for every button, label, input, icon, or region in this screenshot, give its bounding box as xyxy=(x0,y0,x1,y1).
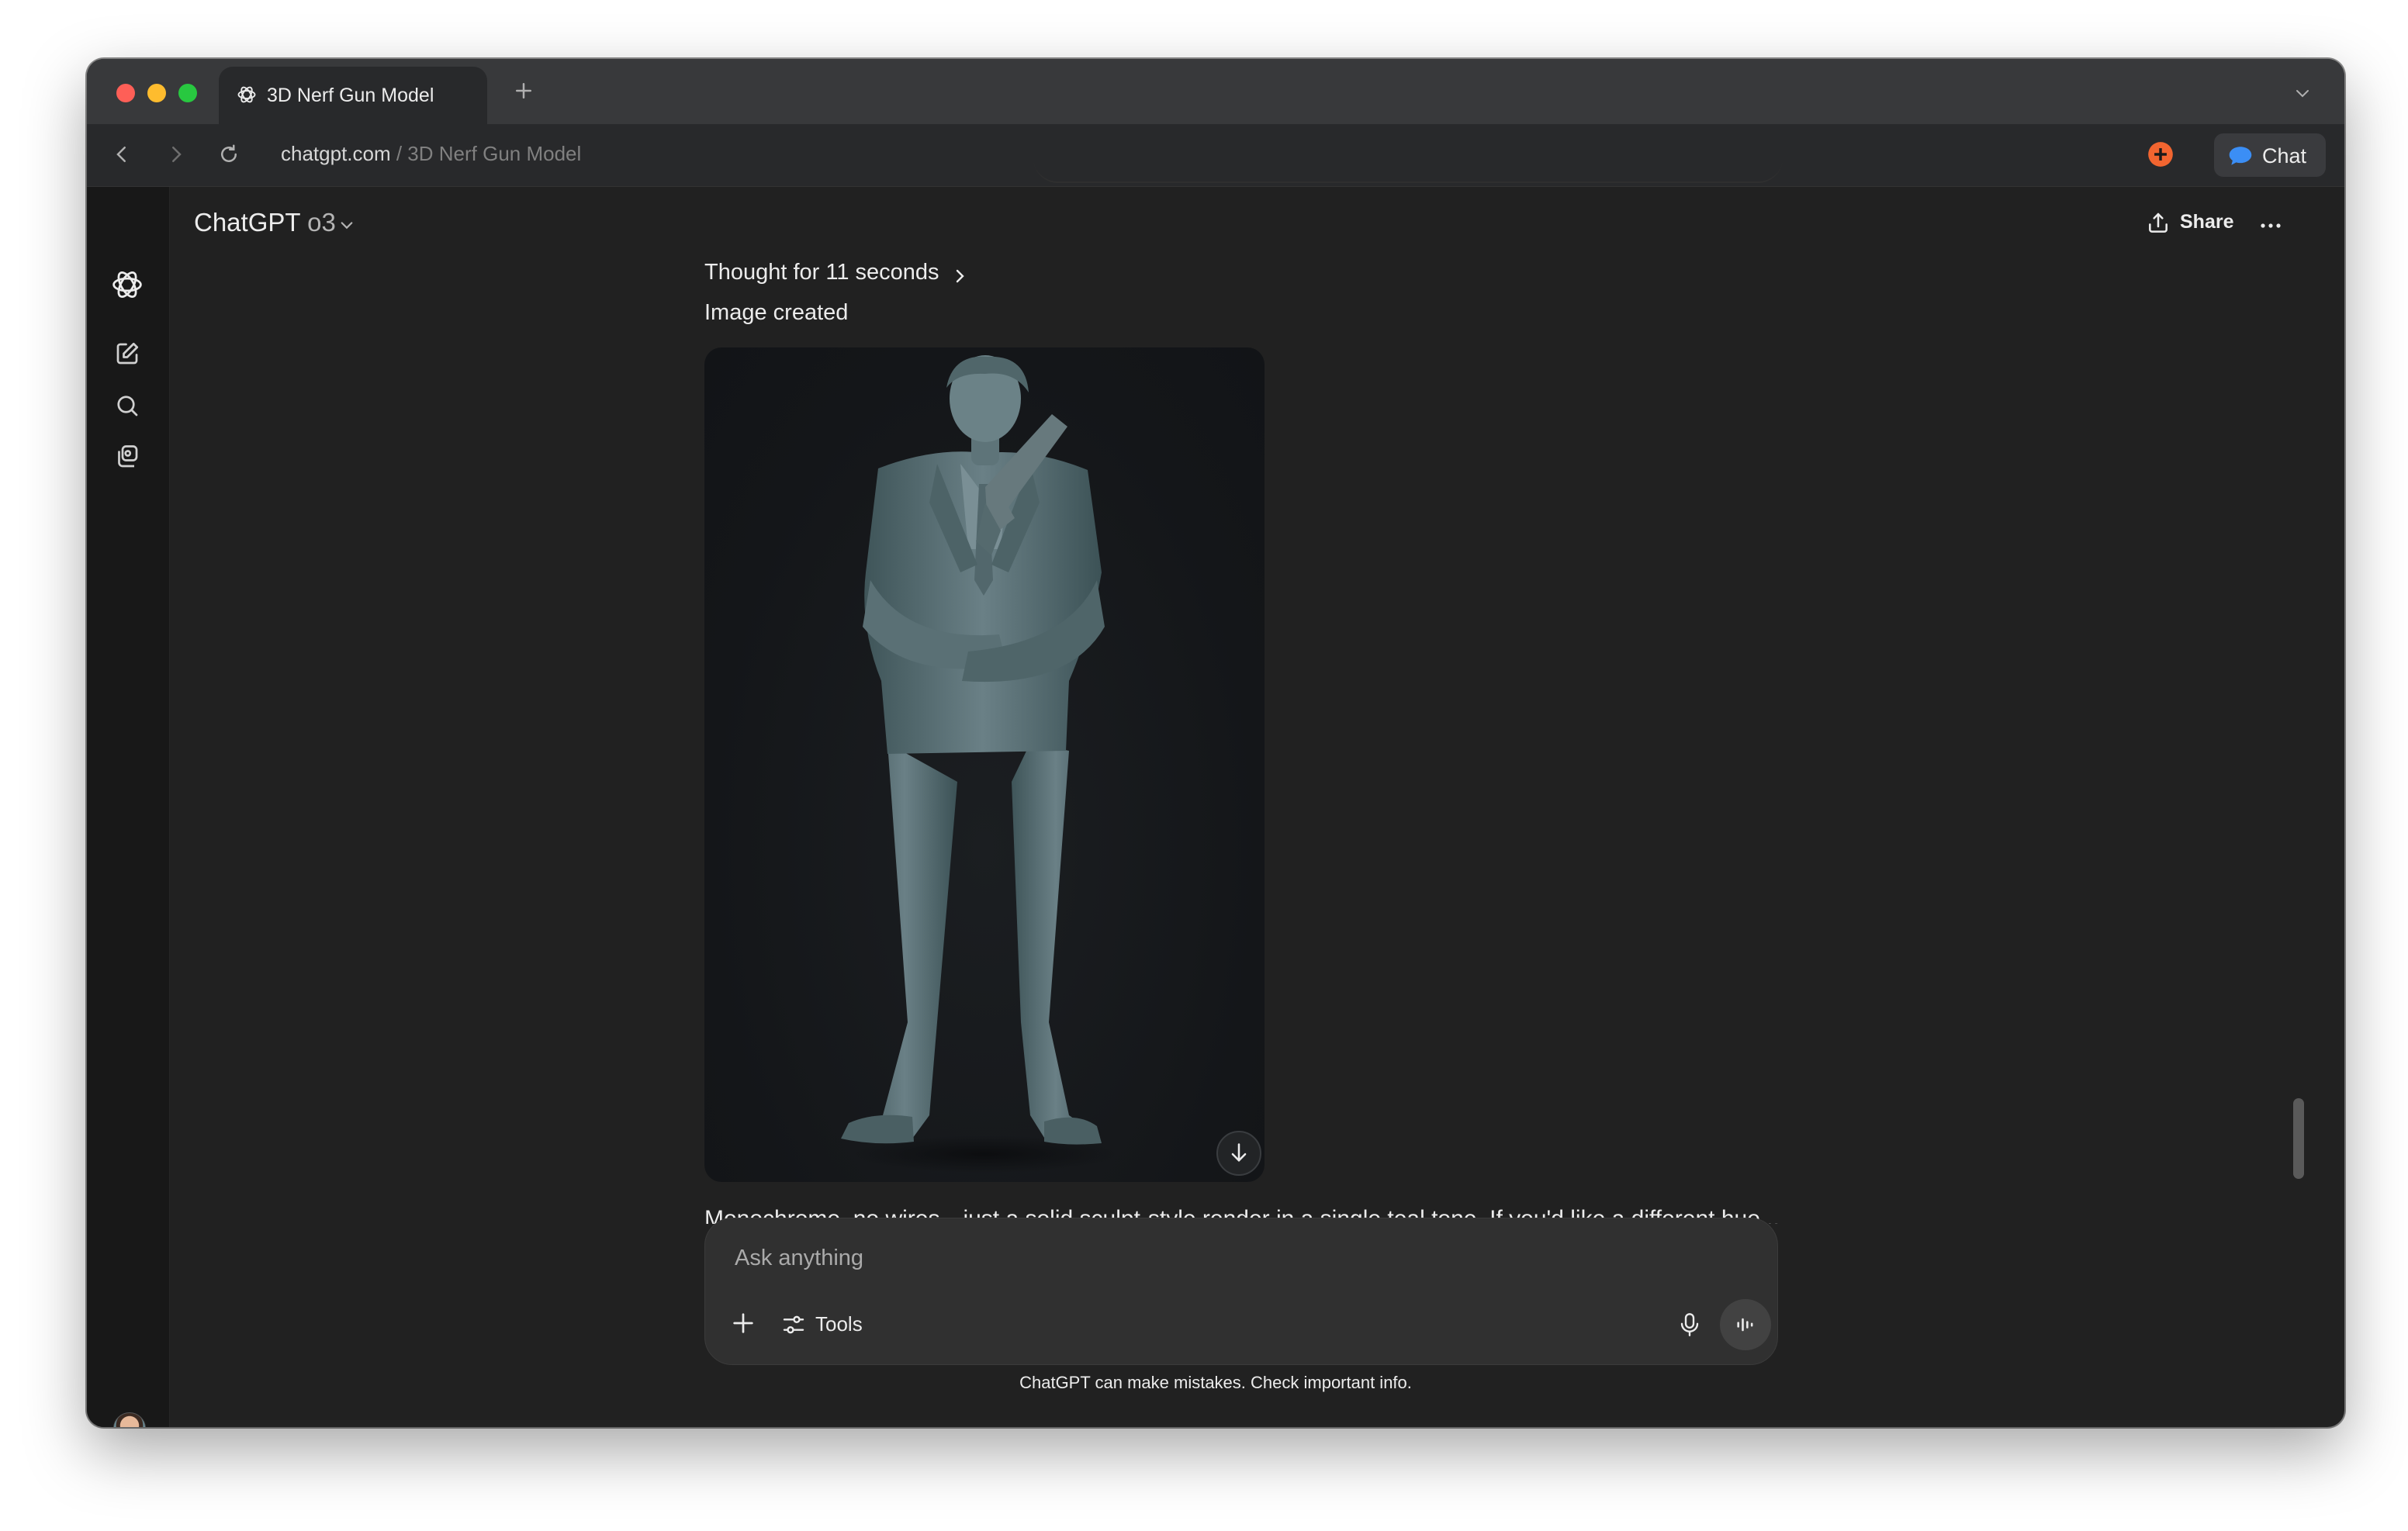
chat-button-label: Chat xyxy=(2262,144,2307,168)
disclaimer-text: ChatGPT can make mistakes. Check importa… xyxy=(1019,1373,1412,1392)
thought-summary[interactable]: Thought for 11 seconds xyxy=(704,260,939,285)
prompt-input[interactable] xyxy=(733,1242,1667,1274)
tab-active[interactable]: 3D Nerf Gun Model xyxy=(219,67,487,124)
voice-mode-button[interactable] xyxy=(1720,1299,1771,1350)
minimize-window-button[interactable] xyxy=(147,84,166,102)
share-label: Share xyxy=(2180,211,2234,233)
user-avatar[interactable] xyxy=(113,1412,146,1427)
chevron-down-icon[interactable] xyxy=(338,219,355,233)
model-name: ChatGPT xyxy=(194,208,300,237)
composer: Tools xyxy=(704,1218,1778,1365)
scrollbar-thumb[interactable] xyxy=(2293,1098,2304,1179)
browser-window: 3D Nerf Gun Model chatgpt.com / 3D Nerf xyxy=(87,59,2344,1427)
image-status: Image created xyxy=(704,300,849,325)
attach-plus-icon[interactable] xyxy=(730,1310,756,1336)
download-icon xyxy=(1231,1143,1247,1162)
model-version: o3 xyxy=(307,208,336,237)
chevron-right-icon[interactable] xyxy=(953,267,968,285)
new-chat-icon[interactable] xyxy=(113,340,141,368)
generated-image[interactable] xyxy=(704,347,1265,1182)
chat-bubble-icon xyxy=(2229,147,2252,165)
openai-logo-icon[interactable] xyxy=(110,268,144,302)
new-tab-icon[interactable] xyxy=(512,79,535,102)
tab-title: 3D Nerf Gun Model xyxy=(267,85,434,106)
model-selector[interactable]: ChatGPT o3 xyxy=(194,208,336,237)
download-button[interactable] xyxy=(1216,1131,1261,1176)
close-window-button[interactable] xyxy=(116,84,135,102)
more-options-icon[interactable] xyxy=(2259,222,2282,230)
address-bar[interactable]: chatgpt.com / 3D Nerf Gun Model xyxy=(281,142,581,166)
chat-button[interactable]: Chat xyxy=(2214,133,2326,177)
previous-message-edge xyxy=(1033,158,1783,183)
voice-waveform-icon xyxy=(1737,1318,1753,1332)
url-host: chatgpt.com xyxy=(281,142,391,165)
extension-plus-icon[interactable] xyxy=(2146,140,2175,169)
share-icon xyxy=(2149,213,2168,233)
maximize-window-button[interactable] xyxy=(178,84,197,102)
back-icon[interactable] xyxy=(110,143,133,166)
microphone-icon[interactable] xyxy=(1678,1312,1701,1338)
figure-render-image xyxy=(841,355,1117,1173)
tools-label: Tools xyxy=(815,1312,863,1336)
search-icon[interactable] xyxy=(113,392,141,420)
tab-strip: 3D Nerf Gun Model xyxy=(87,59,2344,124)
url-path: / 3D Nerf Gun Model xyxy=(390,142,582,165)
forward-icon[interactable] xyxy=(164,143,188,166)
sliders-icon xyxy=(783,1315,804,1334)
tab-overview-chevron-icon[interactable] xyxy=(2292,84,2313,102)
library-icon[interactable] xyxy=(113,443,141,471)
openai-favicon-icon xyxy=(236,84,258,105)
reload-icon[interactable] xyxy=(217,143,240,166)
sidebar-rail xyxy=(87,187,170,1427)
